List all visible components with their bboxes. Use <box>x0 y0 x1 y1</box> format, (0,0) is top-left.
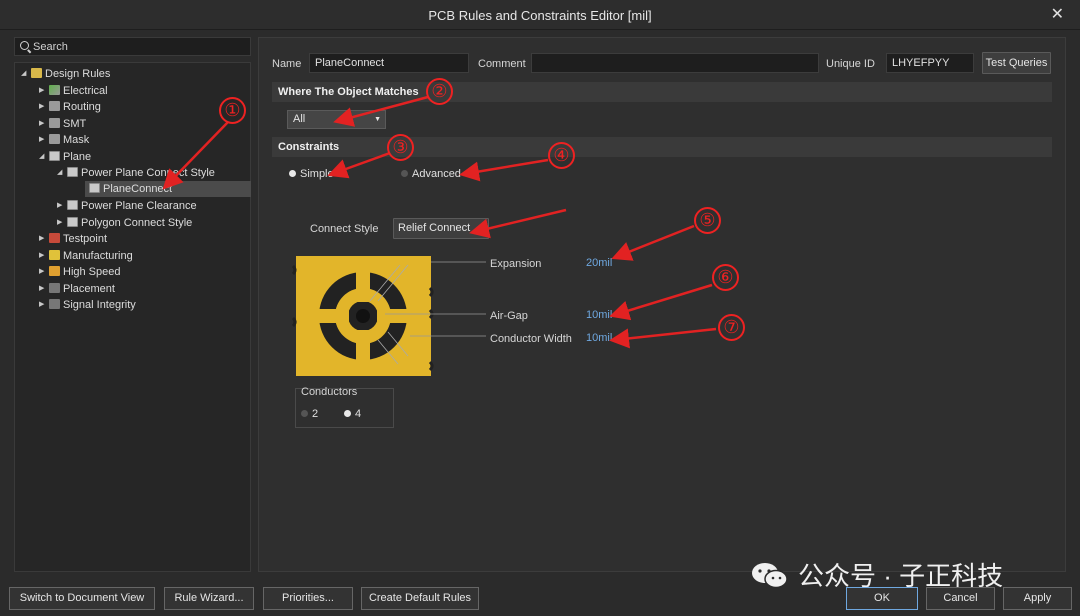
arrow-2 <box>333 95 429 127</box>
annotation-5: ⑤ <box>694 207 721 234</box>
arrow-4 <box>459 158 549 182</box>
switch-to-document-view-button[interactable]: Switch to Document View <box>9 587 155 610</box>
arrow-6 <box>609 283 713 321</box>
annotation-4: ④ <box>548 142 575 169</box>
wechat-icon <box>752 563 788 589</box>
arrow-5a <box>469 208 567 239</box>
ok-button[interactable]: OK <box>846 587 918 610</box>
annotation-6: ⑥ <box>712 264 739 291</box>
annotation-2: ② <box>426 78 453 105</box>
arrow-5 <box>611 224 695 261</box>
priorities-button[interactable]: Priorities... <box>263 587 353 610</box>
annotation-7: ⑦ <box>718 314 745 341</box>
create-default-rules-button[interactable]: Create Default Rules <box>361 587 479 610</box>
arrow-1 <box>162 121 229 190</box>
annotation-1: ① <box>219 97 246 124</box>
arrow-7 <box>609 327 717 349</box>
cancel-button[interactable]: Cancel <box>926 587 995 610</box>
annotation-arrows <box>162 95 717 349</box>
annotation-3: ③ <box>387 134 414 161</box>
arrow-3 <box>327 151 391 179</box>
rule-wizard-button[interactable]: Rule Wizard... <box>164 587 254 610</box>
apply-button[interactable]: Apply <box>1003 587 1072 610</box>
